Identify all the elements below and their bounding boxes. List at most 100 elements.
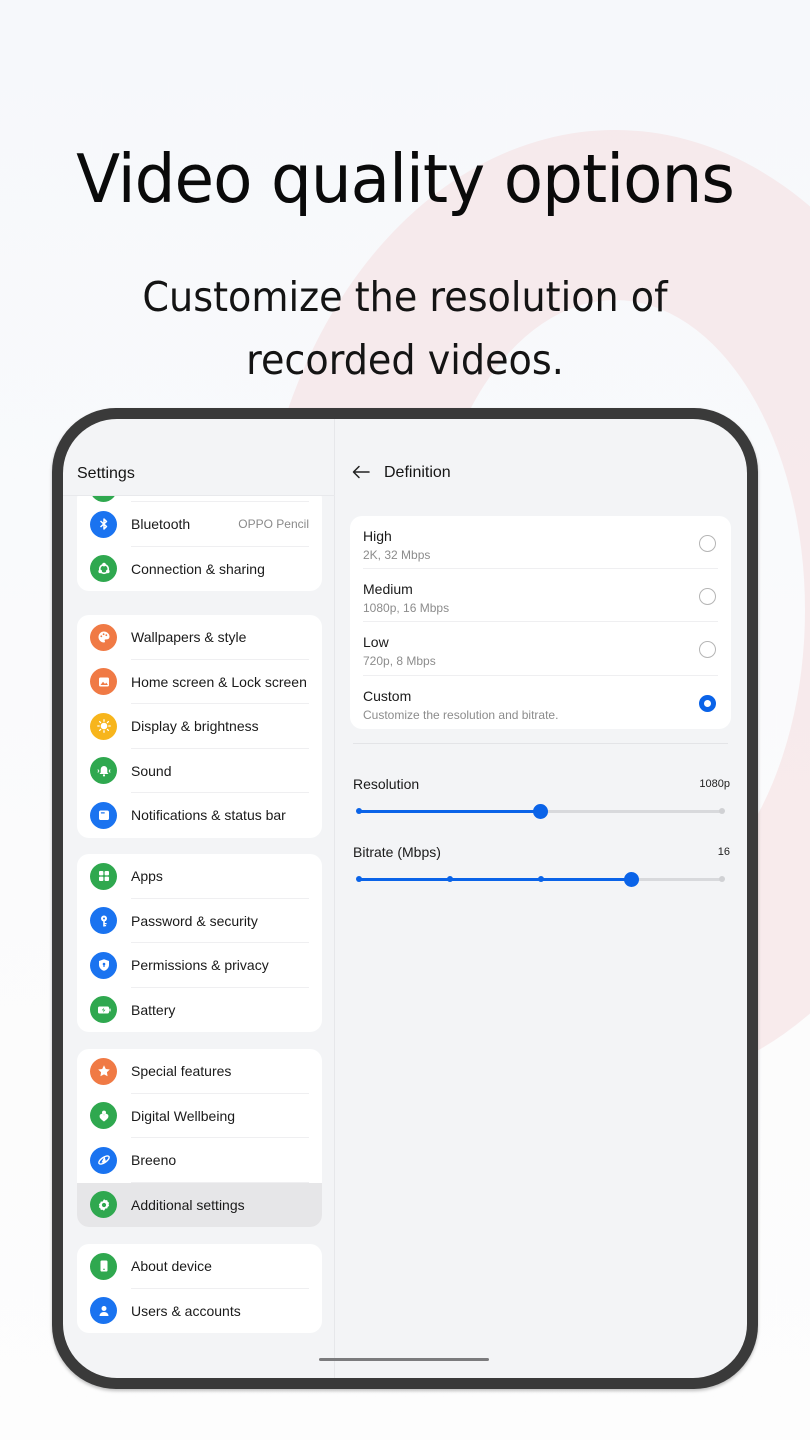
user-icon xyxy=(90,1297,117,1325)
quality-options-card: High 2K, 32 Mbps Medium 1080p, 16 Mbps Low 72… xyxy=(350,516,731,729)
settings-item-notifications-status-bar[interactable]: Notifications & status bar xyxy=(77,793,322,838)
option-title: Medium xyxy=(363,581,413,598)
resolution-label: Resolution xyxy=(353,776,420,792)
settings-item-label: Special features xyxy=(131,1063,232,1080)
promo-headline: Video quality options xyxy=(76,140,735,218)
option-subtitle: 720p, 8 Mbps xyxy=(363,654,436,669)
radio-button[interactable] xyxy=(699,588,716,606)
settings-group: Wallpapers & style Home screen & Lock scr… xyxy=(77,615,322,838)
resolution-value: 1080p xyxy=(699,778,730,790)
bitrate-value: 16 xyxy=(717,846,730,858)
settings-group: Apps Password & security Permissions & pri… xyxy=(77,854,322,1032)
key-icon xyxy=(90,907,117,935)
bitrate-slider[interactable] xyxy=(356,871,725,887)
option-subtitle: 1080p, 16 Mbps xyxy=(363,601,450,616)
promo-subhead-line-2: recorded videos. xyxy=(246,336,564,384)
slider-thumb[interactable] xyxy=(623,871,639,887)
slider-stop[interactable] xyxy=(446,876,453,882)
option-title: Custom xyxy=(363,687,412,704)
arrow-left-icon xyxy=(352,465,370,479)
settings-item-breeno[interactable]: Breeno xyxy=(77,1138,322,1183)
resolution-slider[interactable] xyxy=(356,803,725,819)
settings-item-label: Digital Wellbeing xyxy=(131,1107,236,1124)
settings-item-label: Password & security xyxy=(131,912,258,929)
quality-option-high[interactable]: High 2K, 32 Mbps xyxy=(350,516,731,570)
battery-icon xyxy=(90,996,117,1024)
settings-item-special-features[interactable]: Special features xyxy=(77,1049,322,1094)
definition-pane: Definition High 2K, 32 Mbps Medium 1080p, 1… xyxy=(336,419,747,1378)
settings-item-label: Breeno xyxy=(131,1152,177,1169)
settings-item-label: Wallpapers & style xyxy=(131,629,247,646)
slider-fill xyxy=(359,809,541,813)
settings-pane: Settings Bluetooth OPPO Pencil Connection … xyxy=(63,419,335,1378)
slider-stop[interactable] xyxy=(356,876,362,882)
slider-thumb[interactable] xyxy=(533,803,548,819)
settings-item-digital-wellbeing[interactable]: Digital Wellbeing xyxy=(77,1094,322,1138)
notification-icon xyxy=(90,801,117,829)
breeno-icon xyxy=(90,1146,117,1174)
settings-item-label: Users & accounts xyxy=(131,1302,241,1319)
tablet-frame: Settings Bluetooth OPPO Pencil Connection … xyxy=(52,408,758,1389)
option-title: High xyxy=(363,528,392,544)
gear-icon xyxy=(90,1191,117,1219)
settings-item-label: Notifications & status bar xyxy=(131,807,286,824)
settings-title: Settings xyxy=(77,465,135,482)
slider-stop[interactable] xyxy=(537,876,544,882)
section-divider xyxy=(353,743,728,744)
home-indicator[interactable] xyxy=(319,1358,489,1361)
settings-item-password-security[interactable]: Password & security xyxy=(77,899,322,943)
settings-item-label: Apps xyxy=(131,868,163,885)
settings-item-permissions-privacy[interactable]: Permissions & privacy xyxy=(77,943,322,988)
settings-group: Bluetooth OPPO Pencil Connection & sharing xyxy=(77,496,322,591)
radio-button[interactable] xyxy=(699,535,716,552)
phone-icon xyxy=(90,1252,117,1280)
settings-item-connection-sharing[interactable]: Connection & sharing xyxy=(77,547,322,592)
radio-button[interactable] xyxy=(699,641,716,659)
settings-item-label: Display & brightness xyxy=(131,718,259,735)
radio-button[interactable] xyxy=(699,694,716,712)
tablet-screen: Settings Bluetooth OPPO Pencil Connection … xyxy=(63,419,747,1378)
bell-icon xyxy=(90,757,117,785)
settings-item-battery[interactable]: Battery xyxy=(77,988,322,1033)
settings-item-bluetooth[interactable]: Bluetooth OPPO Pencil xyxy=(77,502,322,547)
promo-subhead: Customize the resolution of recorded vid… xyxy=(28,266,781,392)
back-button[interactable] xyxy=(350,461,372,483)
settings-item-label: About device xyxy=(131,1258,212,1275)
option-subtitle: Customize the resolution and bitrate. xyxy=(363,707,559,722)
settings-group: Special features Digital Wellbeing Breeno A… xyxy=(77,1049,322,1227)
bluetooth-icon xyxy=(90,510,117,538)
settings-item-sound[interactable]: Sound xyxy=(77,749,322,793)
star-icon xyxy=(90,1057,117,1085)
quality-option-medium[interactable]: Medium 1080p, 16 Mbps xyxy=(350,569,731,623)
heart-person-icon xyxy=(90,1102,117,1130)
apps-grid-icon xyxy=(90,862,117,890)
quality-option-custom[interactable]: Custom Customize the resolution and bitra… xyxy=(350,676,731,729)
settings-item-wallpapers-style[interactable]: Wallpapers & style xyxy=(77,615,322,660)
sun-icon xyxy=(90,712,117,740)
shield-icon xyxy=(90,951,117,979)
settings-item-users-accounts[interactable]: Users & accounts xyxy=(77,1289,322,1334)
share-icon xyxy=(90,555,117,583)
settings-item-label: Connection & sharing xyxy=(131,560,265,577)
settings-item-label: Additional settings xyxy=(131,1196,245,1213)
settings-item-additional-settings[interactable]: Additional settings xyxy=(77,1182,322,1227)
page-title: Definition xyxy=(384,464,451,481)
settings-item-label: Battery xyxy=(131,1001,176,1018)
settings-item-apps[interactable]: Apps xyxy=(77,854,322,899)
option-title: Low xyxy=(363,634,389,651)
settings-item-home-screen-lock-screen[interactable]: Home screen & Lock screen xyxy=(77,660,322,704)
settings-item-display-brightness[interactable]: Display & brightness xyxy=(77,704,322,749)
image-icon xyxy=(90,668,117,696)
palette-icon xyxy=(90,623,117,651)
promo-subhead-line-1: Customize the resolution of xyxy=(142,273,668,321)
slider-stop[interactable] xyxy=(719,876,725,882)
quality-option-low[interactable]: Low 720p, 8 Mbps xyxy=(350,622,731,676)
option-subtitle: 2K, 32 Mbps xyxy=(363,548,431,562)
slider-stop[interactable] xyxy=(719,808,725,814)
settings-item-label: Permissions & privacy xyxy=(131,957,269,974)
settings-item-label: Bluetooth xyxy=(131,516,191,533)
settings-item-about-device[interactable]: About device xyxy=(77,1244,322,1289)
slider-stop[interactable] xyxy=(356,808,362,814)
settings-list[interactable]: Bluetooth OPPO Pencil Connection & sharing… xyxy=(63,496,335,1378)
settings-item-label: Sound xyxy=(131,762,172,779)
